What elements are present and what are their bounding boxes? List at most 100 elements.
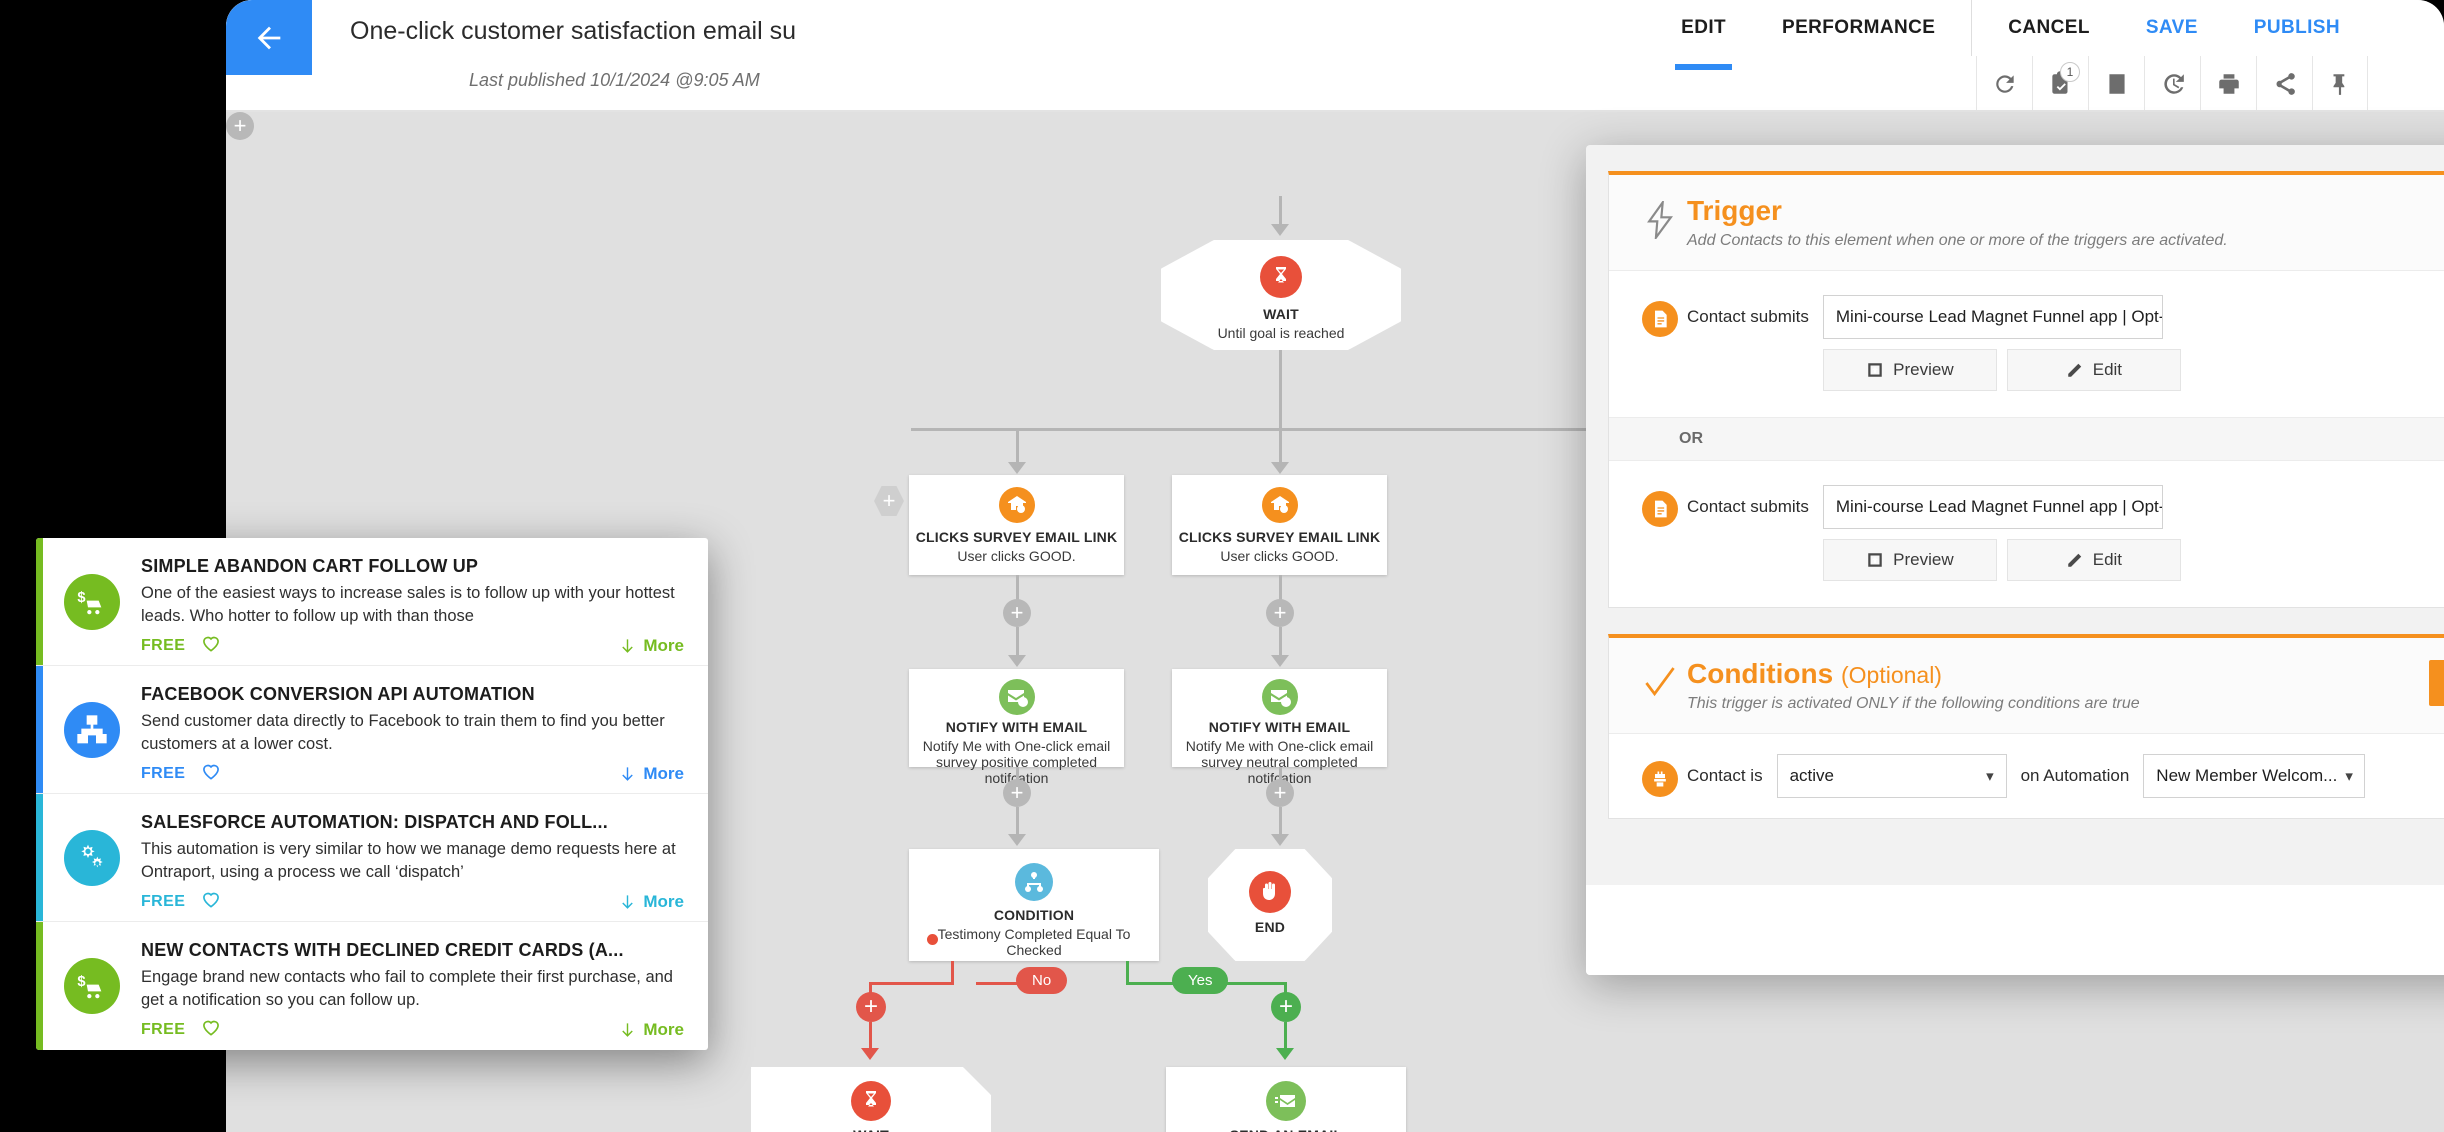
- trigger-row: Contact submits Mini-course Lead Magnet …: [1609, 461, 2444, 607]
- favorite-heart-icon[interactable]: [201, 1018, 221, 1043]
- flow-node-send-email[interactable]: SEND AN EMAIL Send Thank you email to a …: [1166, 1067, 1406, 1132]
- branch-label-no: No: [1016, 967, 1068, 994]
- favorite-heart-icon[interactable]: [201, 890, 221, 915]
- cancel-button[interactable]: CANCEL: [1971, 0, 2118, 56]
- tab-edit[interactable]: EDIT: [1653, 0, 1754, 70]
- flow-node-clicks-right[interactable]: CLICKS SURVEY EMAIL LINK User clicks GOO…: [1172, 475, 1387, 575]
- tab-performance[interactable]: PERFORMANCE: [1754, 0, 1963, 56]
- save-button[interactable]: SAVE: [2118, 0, 2226, 56]
- preview-button[interactable]: Preview: [1822, 349, 1997, 391]
- add-step-left-1[interactable]: +: [1003, 599, 1031, 627]
- card-more-button[interactable]: More: [619, 1020, 684, 1040]
- send-email-icon: [1266, 1081, 1306, 1121]
- flow-node-subtitle: User clicks GOOD.: [1220, 548, 1339, 564]
- task-count-badge: 1: [2060, 62, 2080, 82]
- flow-node-wait-period[interactable]: WAIT Wait here for some period of time: [751, 1067, 991, 1132]
- connector-arrow: [1008, 655, 1026, 667]
- back-button[interactable]: [226, 0, 312, 75]
- edit-button[interactable]: Edit: [2006, 539, 2181, 581]
- history-button[interactable]: [2144, 56, 2200, 112]
- publish-button[interactable]: PUBLISH: [2226, 0, 2368, 56]
- favorite-heart-icon[interactable]: [201, 634, 221, 659]
- card-description: This automation is very similar to how w…: [141, 840, 676, 881]
- card-footer: FREE More: [141, 634, 684, 659]
- add-step-yes-branch[interactable]: +: [1271, 992, 1301, 1022]
- trigger-row-icon: [1633, 295, 1687, 337]
- flow-node-wait-goal[interactable]: WAIT Until goal is reached: [1161, 240, 1401, 350]
- conditions-section: Conditions (Optional) This trigger is ac…: [1608, 634, 2444, 819]
- trigger-subtitle: Add Contacts to this element when one or…: [1687, 232, 2228, 249]
- condition-automation-value: New Member Welcom...: [2156, 766, 2338, 785]
- list-item[interactable]: FACEBOOK CONVERSION API AUTOMATION Send …: [36, 666, 708, 794]
- preview-icon: [1868, 553, 1882, 567]
- checkmark-icon: [1633, 660, 1687, 702]
- card-description: Engage brand new contacts who fail to co…: [141, 968, 673, 1009]
- notes-button[interactable]: [2088, 56, 2144, 112]
- trigger-row-icon: [1633, 485, 1687, 527]
- connector-arrow: [1271, 834, 1289, 846]
- edit-label: Edit: [2092, 550, 2123, 569]
- chevron-down-icon: ▾: [1986, 768, 1994, 785]
- favorite-heart-icon[interactable]: [201, 762, 221, 787]
- flow-node-title: WAIT: [751, 1127, 991, 1132]
- refresh-button[interactable]: [1976, 56, 2032, 112]
- trigger-form-select[interactable]: Mini-course Lead Magnet Funnel app | Opt…: [1822, 295, 2163, 339]
- connector-arrow: [861, 1048, 879, 1060]
- add-step-no-branch[interactable]: +: [856, 992, 886, 1022]
- card-more-button[interactable]: More: [619, 764, 684, 784]
- card-price: FREE: [141, 1021, 186, 1039]
- card-icon-wrap: [43, 666, 141, 793]
- hourglass-icon: [851, 1081, 891, 1121]
- form-document-icon: [1642, 491, 1678, 527]
- print-button[interactable]: [2200, 56, 2256, 112]
- cursor-click-icon: [998, 487, 1035, 523]
- preview-button[interactable]: Preview: [1822, 539, 1997, 581]
- condition-status-select[interactable]: active ▾: [1776, 754, 2007, 798]
- svg-text:$: $: [77, 590, 85, 606]
- cursor-click-icon: [1261, 487, 1298, 523]
- cart-dollar-icon: $: [64, 573, 120, 630]
- flow-node-title: CLICKS SURVEY EMAIL LINK: [915, 529, 1118, 545]
- add-step-right-2[interactable]: +: [1266, 779, 1294, 807]
- trigger-form-value: Mini-course Lead Magnet Funnel app | Opt…: [1835, 307, 2163, 326]
- conditions-title-text: Conditions: [1687, 658, 1834, 689]
- or-divider: OR: [1609, 417, 2444, 461]
- chevron-down-icon: ▾: [2345, 768, 2353, 785]
- list-item[interactable]: SALESFORCE AUTOMATION: DISPATCH AND FOLL…: [36, 794, 708, 922]
- add-step-top[interactable]: +: [226, 112, 254, 140]
- add-condition-button[interactable]: + Add Condition: [2428, 660, 2444, 706]
- list-item[interactable]: $ NEW CONTACTS WITH DECLINED CREDIT CARD…: [36, 922, 708, 1050]
- connector: [1279, 807, 1282, 837]
- card-price: FREE: [141, 637, 186, 655]
- edit-button[interactable]: Edit: [2006, 349, 2181, 391]
- flow-node-title: CLICKS SURVEY EMAIL LINK: [1178, 529, 1381, 545]
- branch-no-line: [976, 982, 1026, 985]
- card-more-button[interactable]: More: [619, 892, 684, 912]
- flow-node-title: WAIT: [1263, 306, 1299, 322]
- flow-node-notify-right[interactable]: NOTIFY WITH EMAIL Notify Me with One-cli…: [1172, 669, 1387, 786]
- add-step-left-2[interactable]: +: [1003, 779, 1031, 807]
- list-item[interactable]: $ SIMPLE ABANDON CART FOLLOW UP One of t…: [36, 538, 708, 666]
- flow-node-end[interactable]: END: [1208, 849, 1332, 961]
- share-button[interactable]: [2256, 56, 2312, 112]
- flow-node-title: SEND AN EMAIL: [1166, 1127, 1406, 1132]
- flow-node-notify-left[interactable]: NOTIFY WITH EMAIL Notify Me with One-cli…: [909, 669, 1124, 786]
- pin-button[interactable]: [2312, 56, 2368, 112]
- card-title: NEW CONTACTS WITH DECLINED CREDIT CARDS …: [141, 940, 624, 960]
- notify-email-icon: [998, 679, 1035, 715]
- tasks-button[interactable]: 1: [2032, 56, 2088, 112]
- add-branch-left[interactable]: +: [874, 486, 904, 516]
- connector-arrow: [1271, 462, 1289, 474]
- add-step-right-1[interactable]: +: [1266, 599, 1294, 627]
- arrow-down-icon: [622, 766, 634, 781]
- card-footer: FREE More: [141, 1018, 684, 1043]
- card-more-button[interactable]: More: [619, 636, 684, 656]
- condition-automation-select[interactable]: New Member Welcom... ▾: [2143, 754, 2366, 798]
- arrow-down-icon: [622, 638, 634, 653]
- flow-node-condition[interactable]: CONDITION Testimony Completed Equal To C…: [909, 849, 1159, 961]
- trigger-form-select[interactable]: Mini-course Lead Magnet Funnel app | Opt…: [1822, 485, 2163, 529]
- flow-node-clicks-left[interactable]: CLICKS SURVEY EMAIL LINK User clicks GOO…: [909, 475, 1124, 575]
- conditions-section-header: Conditions (Optional) This trigger is ac…: [1609, 638, 2444, 734]
- card-icon-wrap: $: [43, 538, 141, 665]
- lightning-icon: [1633, 197, 1687, 239]
